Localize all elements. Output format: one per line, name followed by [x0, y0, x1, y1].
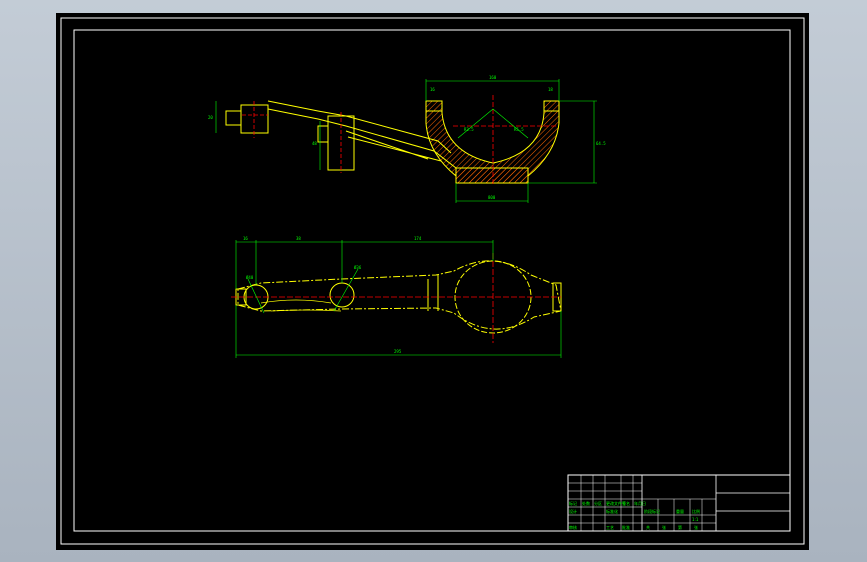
- cad-drawing: 160 16 18 R3.5 R5.5 64.5 800 20 48 16 38…: [60, 17, 805, 545]
- tb-stage-marks: 阶段标记: [644, 508, 660, 514]
- dim-top-c: 174: [414, 236, 422, 241]
- top-view: 16 38 174 295 Ø40 Ø36: [231, 236, 562, 358]
- tb-label-count: 处数: [582, 500, 590, 506]
- dim-top-b: 38: [296, 236, 301, 241]
- pin-circle-mid: [329, 282, 355, 308]
- dim-height: 64.5: [596, 141, 606, 146]
- front-view: 160 16 18 R3.5 R5.5 64.5 800 20 48: [208, 75, 606, 203]
- dim-radius-right: R5.5: [514, 127, 524, 132]
- title-block: 标记 处数 分区 更改文件号 签名 年月日 设计 标准化 阶段标记 重量 比例 …: [567, 474, 791, 532]
- tb-approve: 批准: [622, 524, 630, 530]
- dim-circle-left: Ø40: [246, 275, 254, 280]
- dim-radius-left: R3.5: [464, 127, 474, 132]
- middle-boss-cap: [317, 125, 329, 143]
- tb-design: 设计: [569, 508, 577, 514]
- tb-sheet-unit-1: 张: [662, 524, 666, 530]
- dim-right-wall: 18: [548, 87, 553, 92]
- tb-review: 审核: [569, 524, 577, 530]
- left-boss-cap: [225, 110, 242, 126]
- tb-label-mark: 标记: [569, 500, 577, 506]
- tb-sheet-no: 第: [678, 524, 682, 530]
- top-outline: [237, 260, 562, 330]
- outer-frame: [60, 17, 805, 545]
- bowl-base: [455, 167, 529, 184]
- tb-process: 工艺: [606, 525, 614, 530]
- link-arm-lower: [345, 130, 442, 162]
- tb-scale: 比例: [692, 508, 700, 514]
- tb-sheet-unit-2: 张: [694, 524, 698, 530]
- left-boss: [240, 104, 269, 134]
- tb-label-sign: 签名: [622, 500, 630, 506]
- dim-top-width: 160: [489, 75, 497, 80]
- cad-viewport[interactable]: 160 16 18 R3.5 R5.5 64.5 800 20 48 16 38…: [56, 13, 809, 550]
- dim-top-overall: 295: [394, 349, 402, 354]
- dim-circle-mid: Ø36: [354, 265, 362, 270]
- tb-label-date: 年月日: [634, 500, 646, 506]
- dim-bottom: 800: [488, 195, 496, 200]
- tb-standardize: 标准化: [606, 508, 618, 514]
- dim-block-left: 20: [208, 115, 213, 120]
- tb-scale-value: 1:1: [692, 517, 699, 522]
- dim-left-wall: 16: [430, 87, 435, 92]
- dim-top-a: 16: [243, 236, 248, 241]
- tb-weight: 重量: [676, 508, 684, 514]
- tb-label-zone: 分区: [594, 500, 602, 506]
- dim-block-mid: 48: [312, 141, 317, 146]
- tb-sheet-total: 共: [646, 524, 650, 530]
